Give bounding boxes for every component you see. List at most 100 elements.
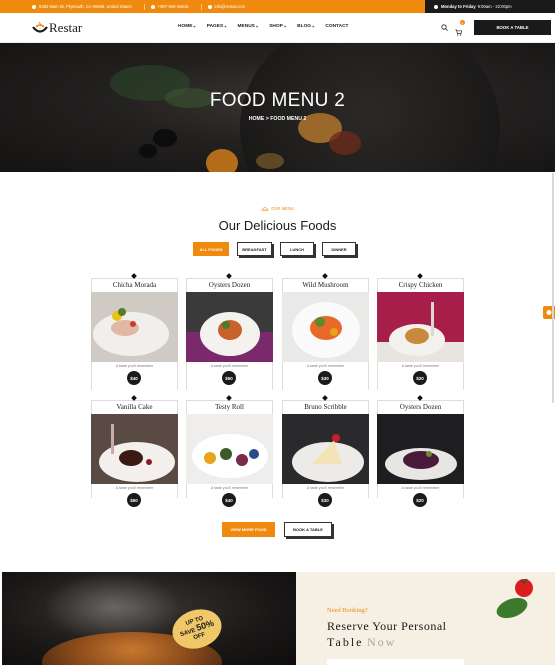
menu-item-desc: A taste you'll remember [306, 486, 345, 490]
nav-label: CONTACT [325, 24, 349, 29]
price-badge: $40 [127, 371, 141, 385]
tomato-basil-image [496, 578, 533, 619]
reserve-heading: Reserve Your Personal Table Now [327, 618, 447, 650]
menu-item-desc: A taste you'll remember [401, 364, 440, 368]
price-badge: $50 [222, 371, 236, 385]
menu-card[interactable]: Testy Roll A taste you'll remember $40 [186, 395, 273, 507]
need-booking-label: Need Booking? [327, 607, 368, 614]
phone-info[interactable]: +987-629-18615 [150, 4, 195, 9]
location-pin-icon [32, 4, 36, 9]
hours-value: 9:00am - 22:00pm [477, 4, 512, 9]
menu-item-desc: A taste you'll remember [115, 486, 154, 490]
plus-icon: + [193, 24, 196, 29]
steam-graphic [42, 572, 182, 642]
breadcrumb-separator: > [265, 116, 269, 122]
hero-banner: FOOD MENU 2 HOME > FOOD MENU 2 [0, 43, 555, 172]
logo[interactable]: Restar [32, 20, 82, 36]
section-tag: OUR MENU [0, 206, 555, 211]
price-badge: $20 [413, 371, 427, 385]
reservation-panel: Need Booking? Reserve Your Personal Tabl… [296, 572, 555, 665]
clock-icon [434, 4, 438, 9]
plus-icon: + [224, 24, 227, 29]
menu-item-name: Wild Mushroom [302, 281, 349, 289]
nav-label: HOME [178, 24, 193, 29]
menu-card[interactable]: Crispy Chicken A taste you'll remember $… [377, 273, 464, 390]
menu-item-name: Oysters Dozen [208, 281, 251, 289]
nav-label: PAGES [206, 24, 224, 29]
nav-label: MENUS [237, 24, 255, 29]
menu-item-name: Crispy Chicken [398, 281, 443, 289]
cloche-icon [261, 207, 269, 211]
book-table-button[interactable]: BOOK A TABLE [474, 20, 551, 35]
nav-shop[interactable]: SHOP + [269, 24, 286, 29]
menu-item-name: Chicha Morada [112, 281, 157, 289]
top-info-bar: 9482 Main St, Plymouth, CA 95669, United… [0, 0, 555, 13]
menu-item-name: Oysters Dozen [399, 403, 442, 411]
menu-card[interactable]: Oysters Dozen A taste you'll remember $5… [186, 273, 273, 390]
breadcrumb-home[interactable]: HOME [249, 116, 265, 122]
food-photo [91, 292, 178, 362]
menu-item-name: Vanilla Cake [116, 403, 153, 411]
view-more-food-button[interactable]: VIEW MORE FOOD [222, 522, 275, 537]
menu-item-desc: A taste you'll remember [115, 364, 154, 368]
menu-card[interactable]: Oysters Dozen A taste you'll remember $2… [377, 395, 464, 507]
nav-label: BLOG [297, 24, 312, 29]
food-photo [377, 414, 464, 484]
book-table-outline-button[interactable]: BOOK A TABLE [284, 522, 332, 537]
nav-menus[interactable]: MENUS + [238, 24, 259, 29]
nav-blog[interactable]: BLOG + [297, 24, 314, 29]
nav-home[interactable]: HOME + [178, 24, 196, 29]
price-badge: $30 [318, 371, 332, 385]
email-text: info@restar.com [214, 4, 246, 9]
section-title: Our Delicious Foods [218, 218, 337, 233]
divider [143, 3, 145, 10]
phone-text: +987-629-18615 [157, 4, 189, 9]
reserve-line1: Reserve Your Personal [327, 619, 447, 633]
food-photo [377, 292, 464, 362]
food-photo [282, 292, 369, 362]
scrollbar[interactable] [552, 173, 554, 403]
nav-pages[interactable]: PAGES + [207, 24, 227, 29]
nav-contact[interactable]: CONTACT [325, 24, 348, 29]
menu-card[interactable]: Wild Mushroom A taste you'll remember $3… [282, 273, 369, 390]
price-badge: $40 [222, 493, 236, 507]
breadcrumb: HOME > FOOD MENU 2 [0, 116, 555, 122]
menu-item-desc: A taste you'll remember [210, 486, 249, 490]
cart-count-badge: 0 [460, 20, 465, 25]
site-header: Restar HOME + PAGES + MENUS + SHOP + BLOG + C… [0, 13, 555, 43]
reservation-input[interactable] [327, 659, 464, 665]
hours-label: Monday to Friday [441, 4, 476, 9]
reserve-now: Now [366, 635, 397, 650]
menu-card[interactable]: Vanilla Cake A taste you'll remember $50 [91, 395, 178, 507]
plus-icon: + [255, 24, 259, 29]
divider [200, 3, 202, 10]
menu-item-name: Bruno Scribble [304, 403, 347, 411]
search-icon[interactable] [441, 23, 448, 31]
tab-all-foods[interactable]: ALL FOODS [193, 242, 229, 256]
phone-icon [150, 4, 155, 9]
plus-icon: + [283, 24, 287, 29]
food-photo [282, 414, 369, 484]
cart-button[interactable]: 0 [455, 20, 465, 36]
menu-filter-tabs: ALL FOODS BREAKFAST LUNCH DINNER [193, 242, 364, 256]
tab-dinner[interactable]: DINNER [322, 242, 356, 256]
tab-breakfast[interactable]: BREAKFAST [237, 242, 272, 256]
mail-icon [207, 4, 212, 9]
breadcrumb-current: FOOD MENU 2 [270, 116, 307, 122]
logo-text: Restar [49, 20, 83, 35]
menu-card[interactable]: Bruno Scribble A taste you'll remember $… [282, 395, 369, 507]
menu-item-desc: A taste you'll remember [401, 486, 440, 490]
food-photo [186, 292, 273, 362]
email-info[interactable]: info@restar.com [207, 4, 252, 9]
section-tag-text: OUR MENU [271, 206, 294, 211]
plus-icon: + [312, 24, 315, 29]
menu-item-name: Testy Roll [215, 403, 244, 411]
tab-lunch[interactable]: LUNCH [280, 242, 314, 256]
header-icons: 0 [441, 20, 465, 36]
price-badge: $20 [413, 493, 427, 507]
menu-item-desc: A taste you'll remember [306, 364, 345, 368]
promo-image: UP TO SAVE 50% OFF [2, 572, 296, 665]
menu-card[interactable]: Chicha Morada A taste you'll remember $4… [91, 273, 178, 390]
food-photo [186, 414, 273, 484]
price-badge: $50 [127, 493, 141, 507]
